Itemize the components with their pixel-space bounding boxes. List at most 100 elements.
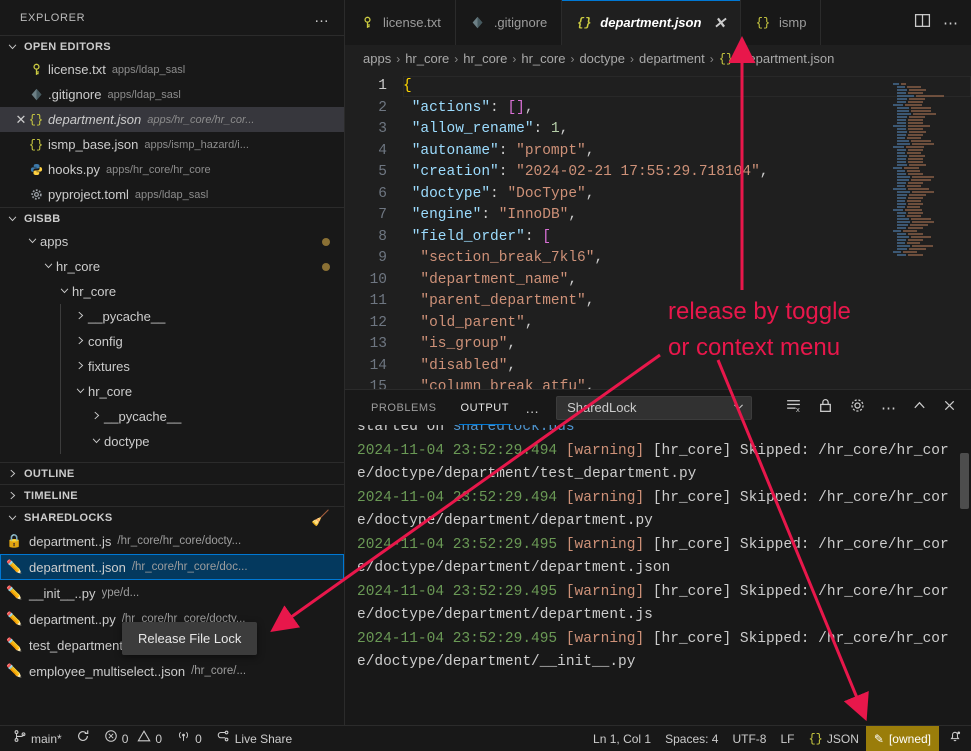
open-editor-item[interactable]: {} ismp_base.json apps/ismp_hazard/i... (0, 132, 344, 157)
breadcrumb-segment[interactable]: doctype (579, 51, 625, 66)
broom-icon[interactable]: 🧹 (311, 509, 330, 527)
status-sync[interactable] (69, 726, 97, 751)
tab-department-json[interactable]: {} department.json ✕ (562, 0, 741, 45)
tree-item-hr-core[interactable]: hr_core (0, 254, 344, 279)
minimap-line (891, 216, 957, 229)
breadcrumb-segment[interactable]: department.json (741, 51, 834, 66)
close-icon[interactable]: ✕ (0, 112, 28, 128)
chevron-right-icon[interactable] (72, 309, 88, 324)
status-eol[interactable]: LF (773, 726, 801, 751)
chevron-up-icon[interactable] (912, 398, 927, 418)
status-notifications[interactable] (939, 726, 971, 751)
chevron-down-icon[interactable] (24, 234, 40, 249)
status-problems[interactable]: 0 0 (97, 726, 169, 751)
chevron-right-icon[interactable] (72, 334, 88, 349)
section-open-editors[interactable]: OPEN EDITORS (0, 35, 344, 57)
pencil-icon[interactable]: ✏️ (6, 637, 23, 653)
panel-more-tabs-icon[interactable]: … (521, 400, 544, 416)
chevron-down-icon[interactable] (56, 284, 72, 299)
pencil-icon[interactable]: ✏️ (6, 559, 23, 575)
output-line: 2024-11-04 23:52:29.495 [warning] [hr_co… (357, 628, 971, 675)
tree-item-hr-core[interactable]: hr_core (0, 279, 344, 304)
open-editor-item[interactable]: pyproject.toml apps/ldap_sasl (0, 182, 344, 207)
close-icon[interactable] (942, 398, 957, 418)
panel-tabbar: PROBLEMS OUTPUT … SharedLock x ⋯ (345, 390, 971, 425)
section-workspace[interactable]: GISBB (0, 207, 344, 229)
open-editor-item[interactable]: license.txt apps/ldap_sasl (0, 57, 344, 82)
section-timeline[interactable]: TIMELINE (0, 484, 344, 506)
open-editor-item[interactable]: ✕{} department.json apps/hr_core/hr_cor... (0, 107, 344, 132)
tree-item---pycache--[interactable]: __pycache__ (0, 404, 344, 429)
output-content[interactable]: started on sharedlock.bus 2024-11-04 23:5… (345, 425, 971, 725)
status-language-mode[interactable]: {} JSON (801, 726, 865, 751)
minimap-line (891, 165, 957, 178)
sharedlock-item[interactable]: ✏️ __init__..py ype/d... (0, 580, 344, 606)
minimap-line (891, 228, 957, 241)
breadcrumb-segment[interactable]: department (639, 51, 705, 66)
breadcrumb-segment[interactable]: hr_core (521, 51, 565, 66)
tree-item---pycache--[interactable]: __pycache__ (0, 304, 344, 329)
breadcrumb-segment[interactable]: apps (363, 51, 391, 66)
output-channel-select[interactable]: SharedLock (556, 395, 753, 420)
explorer-more-actions-icon[interactable]: … (308, 9, 336, 26)
minimap-line (891, 234, 957, 247)
tree-item-label: config (88, 334, 123, 349)
code-content[interactable]: { "actions": [], "allow_rename": 1, "aut… (403, 72, 971, 389)
panel-scrollbar[interactable] (960, 453, 969, 509)
tab--gitignore[interactable]: .gitignore (455, 0, 563, 45)
tab-license-txt[interactable]: license.txt (345, 0, 456, 45)
sharedlock-path: /hr_core/hr_core/docty... (117, 535, 242, 547)
sharedlock-item[interactable]: ✏️ department..json/hr_core/hr_core/doc..… (0, 554, 344, 580)
tree-item-apps[interactable]: apps (0, 229, 344, 254)
open-editor-path: apps/hr_core/hr_cor... (147, 113, 255, 126)
close-icon[interactable]: ✕ (713, 14, 726, 32)
lock-icon[interactable] (817, 397, 834, 419)
status-indentation[interactable]: Spaces: 4 (658, 726, 725, 751)
tab-ismp[interactable]: {} ismp (741, 0, 822, 45)
breadcrumb-segment[interactable]: hr_core (405, 51, 449, 66)
lock-icon[interactable]: 🔒 (6, 533, 23, 549)
minimap-line (891, 213, 957, 226)
pencil-icon[interactable]: ✏️ (6, 663, 23, 679)
gear-icon[interactable] (849, 397, 866, 419)
section-sharedlocks[interactable]: SHAREDLOCKS 🧹 (0, 506, 344, 528)
split-editor-icon[interactable] (914, 12, 931, 34)
panel-tab-problems[interactable]: PROBLEMS (359, 390, 449, 425)
git-icon (28, 87, 44, 103)
pencil-icon[interactable]: ✏️ (6, 611, 23, 627)
code-editor[interactable]: 1 2 3 4 5 6 7 8 9 10 11 12 13 14 15 { "actions": [], "… (345, 72, 971, 389)
chevron-down-icon[interactable] (40, 259, 56, 274)
more-actions-icon[interactable]: ⋯ (943, 14, 959, 32)
section-label: TIMELINE (24, 489, 78, 502)
open-editor-item[interactable]: hooks.py apps/hr_core/hr_core (0, 157, 344, 182)
sharedlock-name: employee_multiselect..json (29, 663, 186, 679)
sharedlock-item[interactable]: 🔒 department..js/hr_core/hr_core/docty... (0, 528, 344, 554)
status-cursor-position[interactable]: Ln 1, Col 1 (586, 726, 658, 751)
status-ports[interactable]: 0 (169, 726, 209, 751)
more-actions-icon[interactable]: ⋯ (881, 399, 897, 417)
editor-scrollbar[interactable] (957, 72, 971, 389)
status-branch[interactable]: main* (6, 726, 69, 751)
chevron-down-icon[interactable] (72, 384, 88, 399)
panel-tab-output[interactable]: OUTPUT (449, 390, 522, 425)
status-badge[interactable]: ✎ [owned] (865, 725, 939, 751)
clear-output-icon[interactable]: x (785, 397, 802, 419)
tree-item-fixtures[interactable]: fixtures (0, 354, 344, 379)
status-encoding[interactable]: UTF-8 (725, 726, 773, 751)
minimap[interactable] (891, 72, 957, 389)
tree-item-doctype[interactable]: doctype (0, 429, 344, 454)
open-editor-item[interactable]: .gitignore apps/ldap_sasl (0, 82, 344, 107)
tree-item-config[interactable]: config (0, 329, 344, 354)
section-outline[interactable]: OUTLINE (0, 462, 344, 484)
status-live-share[interactable]: Live Share (209, 726, 299, 751)
chevron-down-icon[interactable] (88, 434, 104, 449)
tree-item-hr-core[interactable]: hr_core (0, 379, 344, 404)
svg-text:x: x (796, 406, 801, 413)
chevron-right-icon[interactable] (72, 359, 88, 374)
sharedlock-item[interactable]: ✏️ employee_multiselect..json/hr_core/... (0, 658, 344, 684)
breadcrumb-segment[interactable]: hr_core (463, 51, 507, 66)
minimap-line (891, 138, 957, 151)
pencil-icon[interactable]: ✏️ (6, 585, 23, 601)
chevron-right-icon[interactable] (88, 409, 104, 424)
